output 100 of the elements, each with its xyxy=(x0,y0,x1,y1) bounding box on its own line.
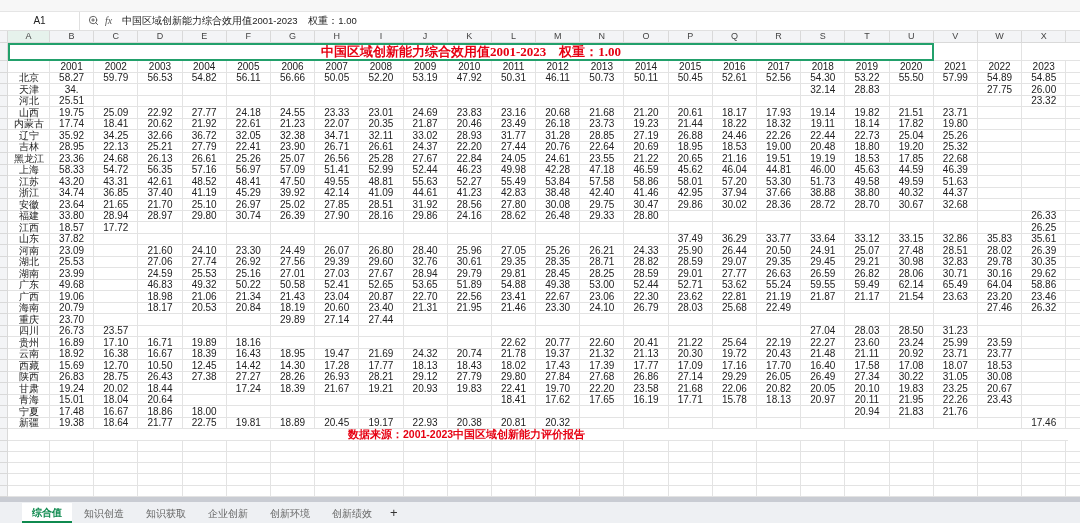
value-cell: 18.07 xyxy=(933,360,978,372)
value-cell: 20.69 xyxy=(624,141,669,154)
row-header[interactable] xyxy=(0,279,8,292)
row-header[interactable] xyxy=(0,210,8,223)
row-header[interactable] xyxy=(0,463,8,475)
formula-field[interactable]: 中国区域创新能力综合效用值2001-2023 权重：1.00 xyxy=(122,13,357,29)
column-header[interactable]: G xyxy=(270,31,316,43)
empty-cell xyxy=(580,451,625,464)
column-header[interactable]: N xyxy=(580,31,625,43)
row-header[interactable] xyxy=(0,451,8,464)
column-header[interactable]: T xyxy=(845,31,890,43)
value-cell: 31.77 xyxy=(491,130,537,142)
column-header[interactable]: W xyxy=(977,31,1023,43)
empty-cell xyxy=(50,474,95,486)
row-header[interactable] xyxy=(0,118,8,131)
row-header[interactable] xyxy=(0,348,8,361)
value-cell: 30.61 xyxy=(447,256,492,269)
value-cell: 17.85 xyxy=(889,153,934,165)
row-header[interactable] xyxy=(0,429,8,441)
row-header[interactable] xyxy=(0,383,8,395)
row-header[interactable] xyxy=(0,360,8,372)
empty-cell xyxy=(491,451,537,464)
value-cell: 21.11 xyxy=(845,348,890,361)
row-header[interactable] xyxy=(0,417,8,430)
row-header[interactable] xyxy=(0,176,8,188)
row-header[interactable] xyxy=(0,371,8,384)
row-header[interactable] xyxy=(0,107,8,119)
name-box[interactable]: A1 xyxy=(0,11,80,31)
column-header[interactable]: K xyxy=(447,31,492,43)
sheet-tab[interactable]: 创新环境 xyxy=(260,503,320,523)
row-header[interactable] xyxy=(0,474,8,486)
row-header[interactable] xyxy=(0,153,8,165)
row-header[interactable] xyxy=(0,314,8,326)
row-header[interactable] xyxy=(0,337,8,349)
column-header[interactable]: J xyxy=(403,31,448,43)
column-header[interactable]: O xyxy=(624,31,669,43)
row-header[interactable] xyxy=(0,302,8,315)
sheet-tab[interactable]: 企业创新 xyxy=(198,503,258,523)
row-header[interactable] xyxy=(0,291,8,303)
column-header[interactable]: V xyxy=(933,31,978,43)
value-cell: 23.46 xyxy=(1022,291,1067,303)
column-header[interactable]: B xyxy=(50,31,95,43)
empty-cell xyxy=(270,406,316,418)
value-cell: 27.34 xyxy=(845,371,890,384)
column-header[interactable]: E xyxy=(182,31,227,43)
row-header[interactable] xyxy=(0,72,8,85)
row-header[interactable] xyxy=(0,187,8,200)
row-header[interactable] xyxy=(0,130,8,142)
value-cell: 22.41 xyxy=(226,141,271,154)
row-header[interactable] xyxy=(0,61,8,73)
column-header[interactable]: D xyxy=(138,31,183,43)
column-header[interactable]: U xyxy=(889,31,934,43)
empty-cell xyxy=(845,417,890,430)
value-cell: 53.00 xyxy=(580,279,625,292)
column-header[interactable]: L xyxy=(491,31,537,43)
column-header[interactable]: C xyxy=(94,31,139,43)
column-header[interactable]: H xyxy=(315,31,360,43)
value-cell: 23.71 xyxy=(933,348,978,361)
row-header[interactable] xyxy=(0,199,8,211)
formula-icon[interactable]: fx xyxy=(105,13,113,29)
value-cell: 19.06 xyxy=(50,291,95,303)
row-header[interactable] xyxy=(0,325,8,338)
column-header[interactable]: F xyxy=(226,31,271,43)
column-header[interactable]: X xyxy=(1022,31,1067,43)
column-header[interactable]: M xyxy=(536,31,581,43)
row-header[interactable] xyxy=(0,141,8,154)
column-header[interactable]: I xyxy=(359,31,404,43)
empty-cell xyxy=(1022,394,1067,407)
sheet-tab[interactable]: 知识创造 xyxy=(74,503,134,523)
row-header[interactable] xyxy=(0,256,8,269)
row-header[interactable] xyxy=(0,95,8,108)
empty-cell xyxy=(94,474,139,486)
value-cell: 20.74 xyxy=(447,348,492,361)
row-header[interactable] xyxy=(0,84,8,96)
row-header[interactable] xyxy=(0,233,8,246)
column-header[interactable]: Q xyxy=(712,31,757,43)
column-header[interactable]: A xyxy=(8,31,50,43)
row-header[interactable] xyxy=(0,268,8,280)
row-header[interactable] xyxy=(0,164,8,177)
column-header[interactable]: P xyxy=(668,31,713,43)
column-header[interactable]: R xyxy=(757,31,802,43)
sheet-tab[interactable]: 综合值 xyxy=(22,503,72,523)
row-header[interactable] xyxy=(0,43,8,62)
zoom-icon[interactable] xyxy=(88,15,99,27)
column-header[interactable]: S xyxy=(801,31,846,43)
row-header[interactable] xyxy=(0,485,8,497)
row-header[interactable] xyxy=(0,406,8,418)
row-header[interactable] xyxy=(0,394,8,407)
row-header[interactable] xyxy=(0,440,8,452)
value-cell: 20.82 xyxy=(757,383,802,395)
value-cell: 22.62 xyxy=(491,337,537,349)
empty-cell xyxy=(757,95,802,108)
scrollbar[interactable] xyxy=(0,496,1080,502)
value-cell: 22.93 xyxy=(403,417,448,430)
row-header[interactable] xyxy=(0,222,8,234)
sheet-tab[interactable]: 创新绩效 xyxy=(322,503,382,523)
add-sheet-button[interactable]: + xyxy=(384,503,404,523)
row-header[interactable] xyxy=(0,245,8,257)
empty-cell xyxy=(359,451,404,464)
sheet-tab[interactable]: 知识获取 xyxy=(136,503,196,523)
